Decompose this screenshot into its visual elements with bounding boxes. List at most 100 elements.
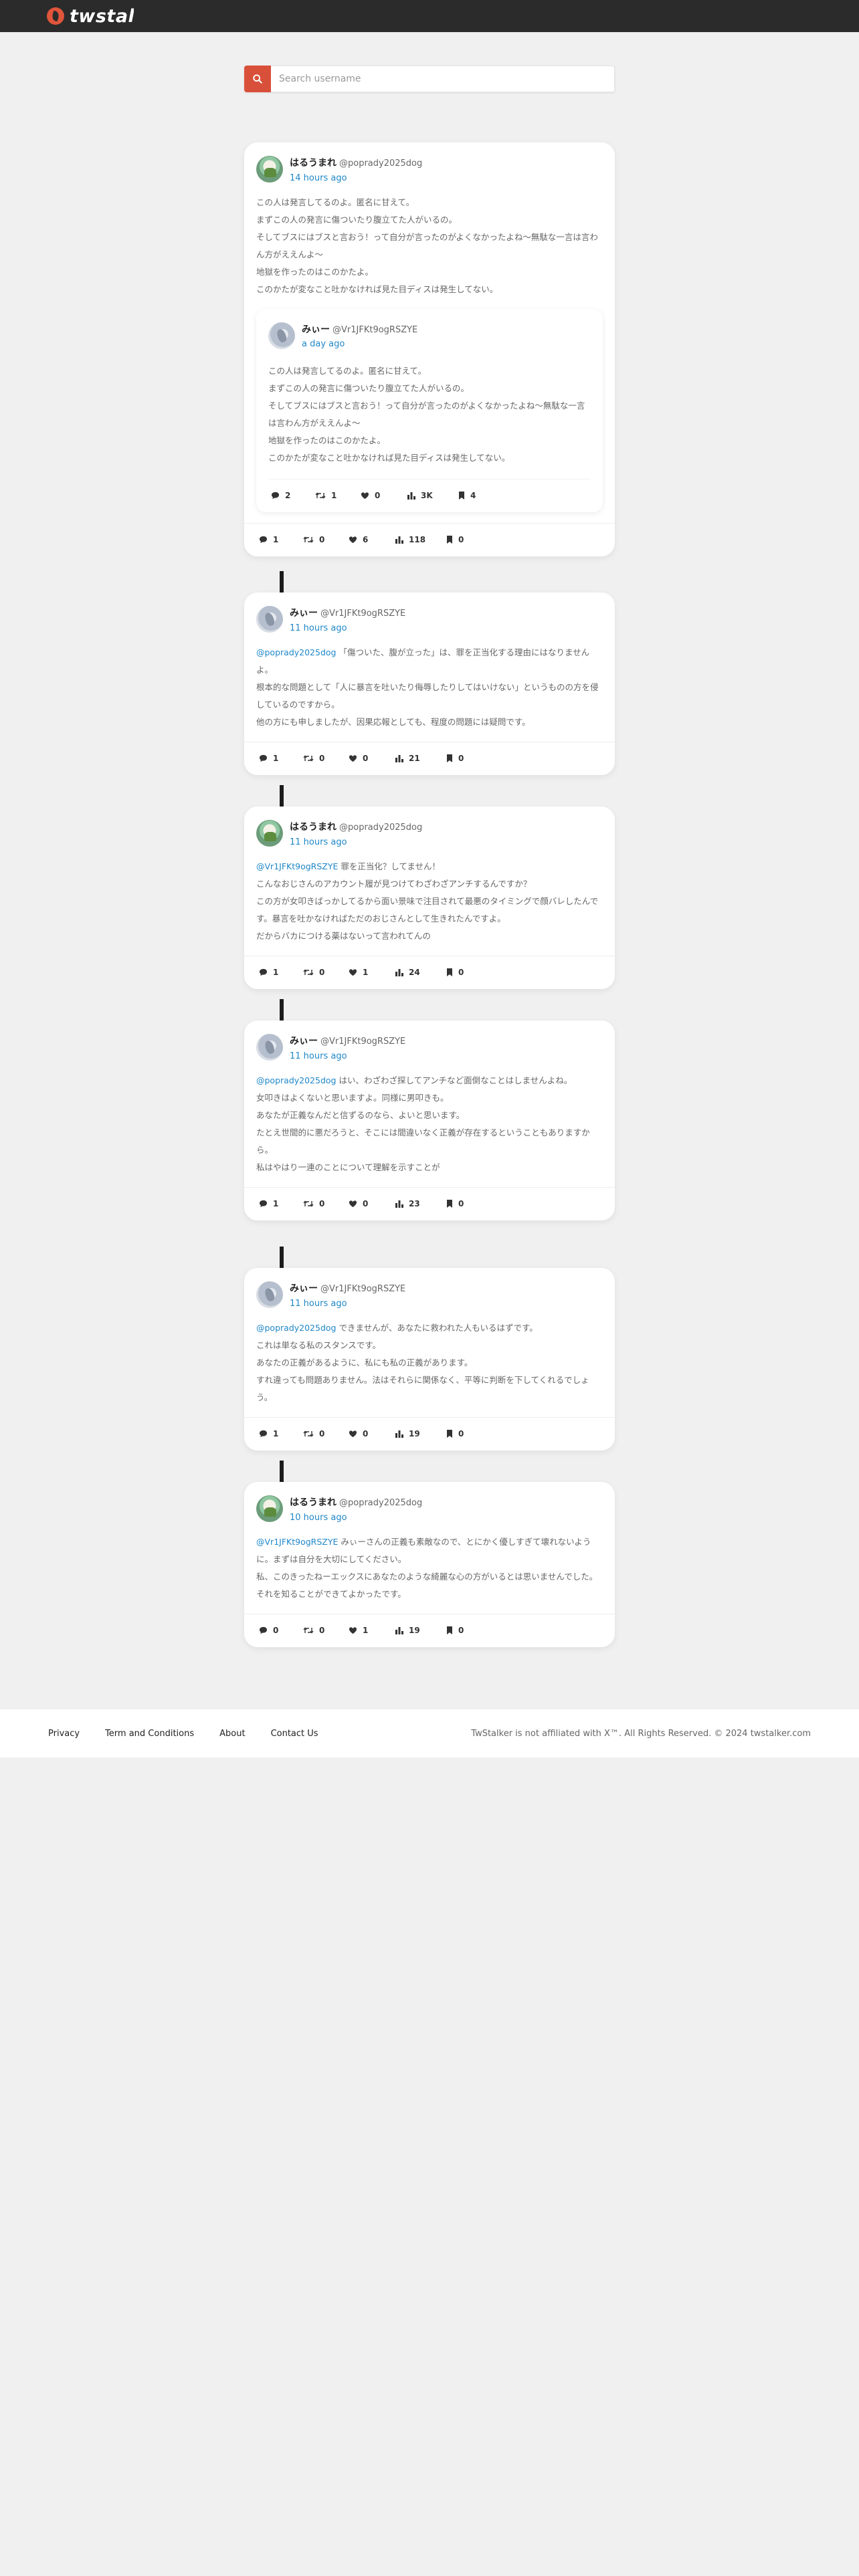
thread-connector [280, 1247, 284, 1268]
bookmark-stat[interactable]: 0 [446, 968, 464, 977]
retweet-icon [303, 969, 314, 976]
author-name[interactable]: はるうまれ [290, 158, 337, 169]
thread-connector [280, 785, 284, 807]
footer-link-terms[interactable]: Term and Conditions [105, 1729, 194, 1739]
views-stat[interactable]: 3K [407, 491, 458, 500]
like-stat[interactable]: 0 [349, 1429, 395, 1438]
retweet-stat[interactable]: 0 [303, 754, 349, 763]
author-name[interactable]: みぃー [290, 1036, 318, 1047]
bookmark-stat[interactable]: 0 [446, 1626, 464, 1635]
like-stat[interactable]: 1 [349, 1626, 395, 1635]
avatar[interactable] [256, 1034, 283, 1061]
views-stat[interactable]: 19 [395, 1626, 446, 1635]
post-text: @poprady2025dog 「傷ついた、腹が立った」は、罪を正当化する理由に… [256, 647, 599, 727]
views-stat[interactable]: 23 [395, 1199, 446, 1208]
like-stat[interactable]: 0 [349, 754, 395, 763]
mention-link[interactable]: @poprady2025dog [256, 1075, 336, 1085]
retweet-stat[interactable]: 0 [303, 1429, 349, 1438]
retweet-stat[interactable]: 1 [315, 491, 361, 500]
reply-icon [259, 1200, 268, 1208]
bookmark-stat[interactable]: 0 [446, 754, 464, 763]
retweet-stat[interactable]: 0 [303, 535, 349, 544]
mention-link[interactable]: @poprady2025dog [256, 1323, 336, 1333]
views-stat[interactable]: 24 [395, 968, 446, 977]
mention-link[interactable]: @Vr1JFKt9ogRSZYE [256, 861, 338, 871]
post-time[interactable]: 11 hours ago [290, 1051, 405, 1062]
quoted-post[interactable]: みぃー @Vr1JFKt9ogRSZYE a day ago この人は発言してるの… [256, 308, 603, 512]
author-name[interactable]: はるうまれ [290, 1497, 337, 1508]
author-name[interactable]: はるうまれ [290, 822, 337, 833]
post-time[interactable]: 11 hours ago [290, 1299, 405, 1309]
retweet-icon [303, 1430, 314, 1437]
post-text: この人は発言してるのよ。匿名に甘えて。 まずこの人の発言に傷ついたり腹立てた人が… [268, 365, 585, 463]
retweet-stat[interactable]: 0 [303, 1199, 349, 1208]
author-name[interactable]: みぃー [302, 324, 330, 335]
post-card: みぃー @Vr1JFKt9ogRSZYE 11 hours ago @poprad… [244, 593, 615, 775]
footer-links: Privacy Term and Conditions About Contac… [48, 1729, 344, 1739]
reply-stat[interactable]: 0 [259, 1626, 303, 1635]
mention-link[interactable]: @Vr1JFKt9ogRSZYE [256, 1537, 338, 1547]
search-input[interactable] [271, 66, 615, 92]
author-handle[interactable]: @poprady2025dog [339, 823, 422, 833]
reply-stat[interactable]: 1 [259, 1429, 303, 1438]
post-stats: 1 0 0 23 0 [244, 1186, 615, 1220]
like-stat[interactable]: 1 [349, 968, 395, 977]
reply-stat[interactable]: 1 [259, 968, 303, 977]
author-handle[interactable]: @Vr1JFKt9ogRSZYE [320, 1284, 405, 1294]
like-stat[interactable]: 0 [349, 1199, 395, 1208]
search-button[interactable] [244, 66, 271, 92]
post-time[interactable]: 14 hours ago [290, 173, 422, 184]
views-stat[interactable]: 19 [395, 1429, 446, 1438]
reply-stat[interactable]: 1 [259, 754, 303, 763]
post-text: この人は発言してるのよ。匿名に甘えて。 まずこの人の発言に傷ついたり腹立てた人が… [256, 197, 598, 294]
retweet-stat[interactable]: 0 [303, 968, 349, 977]
post-stats: 1 0 0 21 0 [244, 741, 615, 775]
author-handle[interactable]: @Vr1JFKt9ogRSZYE [320, 609, 405, 619]
footer-link-contact[interactable]: Contact Us [271, 1729, 318, 1739]
thread-connector [280, 571, 284, 593]
reply-stat[interactable]: 1 [259, 535, 303, 544]
reply-stat[interactable]: 1 [259, 1199, 303, 1208]
author-handle[interactable]: @Vr1JFKt9ogRSZYE [320, 1037, 405, 1047]
post-time[interactable]: 11 hours ago [290, 837, 422, 848]
author-name[interactable]: みぃー [290, 1283, 318, 1294]
like-stat[interactable]: 0 [361, 491, 407, 500]
bar-chart-icon [395, 969, 403, 977]
retweet-icon [315, 492, 326, 499]
avatar[interactable] [256, 1281, 283, 1308]
bookmark-icon [447, 968, 452, 977]
avatar[interactable] [256, 1495, 283, 1522]
bar-chart-icon [395, 536, 403, 544]
bookmark-stat[interactable]: 0 [446, 1429, 464, 1438]
post-time[interactable]: a day ago [302, 339, 417, 350]
author-handle[interactable]: @poprady2025dog [339, 158, 422, 169]
avatar[interactable] [256, 606, 283, 633]
site-logo[interactable]: twstalker [47, 5, 134, 27]
bookmark-stat[interactable]: 0 [446, 1199, 464, 1208]
bookmark-icon [447, 536, 452, 544]
footer-link-privacy[interactable]: Privacy [48, 1729, 80, 1739]
author-name[interactable]: みぃー [290, 608, 318, 619]
post-time[interactable]: 11 hours ago [290, 623, 405, 634]
heart-icon [349, 1430, 357, 1438]
views-stat[interactable]: 118 [395, 535, 446, 544]
avatar[interactable] [256, 820, 283, 847]
bookmark-stat[interactable]: 4 [458, 491, 476, 500]
retweet-stat[interactable]: 0 [303, 1626, 349, 1635]
reply-stat[interactable]: 2 [271, 491, 315, 500]
post-text: @poprady2025dog はい、わざわざ探してアンチなど面倒なことはしませ… [256, 1075, 590, 1172]
mention-link[interactable]: @poprady2025dog [256, 647, 336, 657]
footer-link-about[interactable]: About [219, 1729, 245, 1739]
bookmark-stat[interactable]: 0 [446, 535, 464, 544]
heart-icon [349, 755, 357, 762]
views-stat[interactable]: 21 [395, 754, 446, 763]
thread-connector [280, 1461, 284, 1482]
avatar[interactable] [268, 322, 295, 349]
top-bar: twstalker [0, 0, 859, 32]
author-handle[interactable]: @poprady2025dog [339, 1498, 422, 1508]
post-time[interactable]: 10 hours ago [290, 1513, 422, 1523]
author-handle[interactable]: @Vr1JFKt9ogRSZYE [332, 325, 417, 335]
like-stat[interactable]: 6 [349, 535, 395, 544]
avatar[interactable] [256, 156, 283, 183]
post-text: @Vr1JFKt9ogRSZYE みぃーさんの正義も素敵なので、とにかく優しすぎ… [256, 1536, 598, 1599]
